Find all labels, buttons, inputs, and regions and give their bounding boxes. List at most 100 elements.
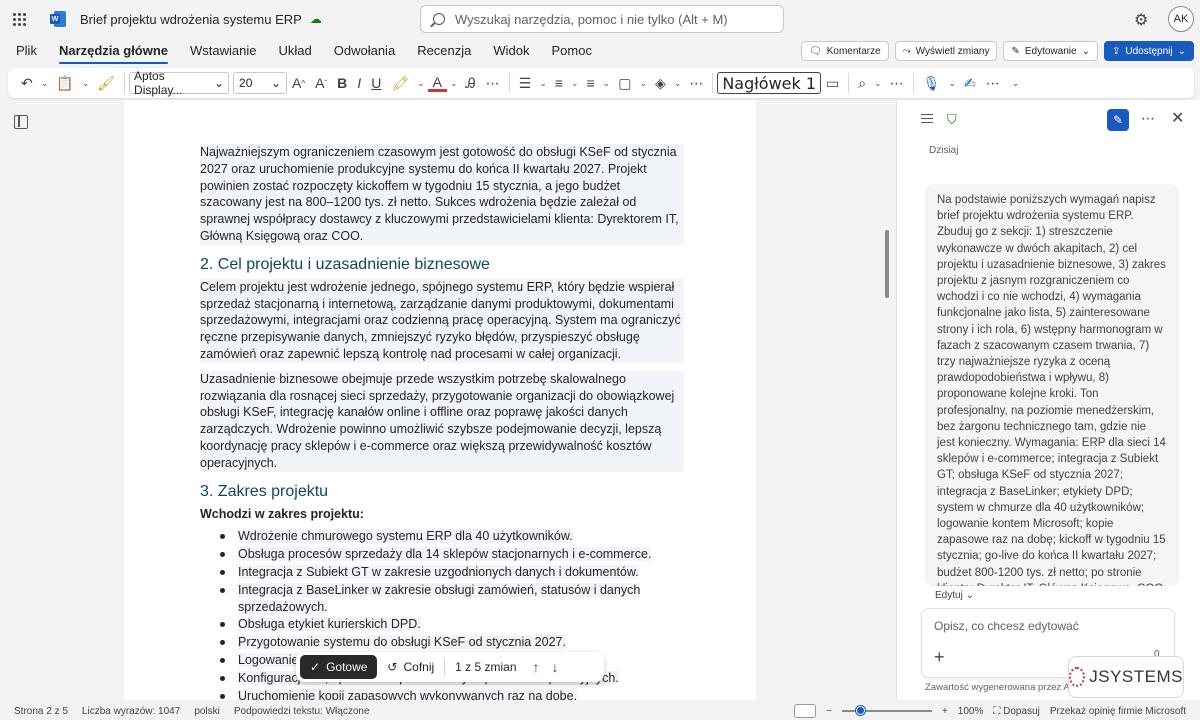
zoom-level[interactable]: 100% bbox=[958, 706, 984, 717]
menu-actions: 🗨 Komentarze ⤳ Wyświetl zmiany ✎ Edytowanie… bbox=[801, 41, 1194, 61]
status-bar: Strona 2 z 5 Liczba wyrazów: 1047 polski… bbox=[0, 702, 1200, 720]
page-indicator[interactable]: Strona 2 z 5 bbox=[14, 706, 68, 717]
shading-icon[interactable]: ◈ bbox=[650, 71, 671, 95]
scope-subheading[interactable]: Wchodzi w zakres projektu: bbox=[200, 506, 684, 523]
chevron-down-icon[interactable]: ⌄ bbox=[636, 71, 650, 95]
borders-icon[interactable]: ▢ bbox=[613, 71, 636, 95]
more-icon[interactable]: ⋯ bbox=[684, 71, 708, 95]
more-icon[interactable]: ⋯ bbox=[885, 71, 909, 95]
navigation-pane-icon[interactable] bbox=[14, 115, 28, 129]
bullets-icon[interactable]: ☰ bbox=[514, 71, 537, 95]
document-title[interactable]: Brief projektu wdrożenia systemu ERP bbox=[80, 12, 302, 27]
chevron-down-icon: ⌄ bbox=[1177, 45, 1186, 57]
close-icon[interactable]: ✕ bbox=[1171, 108, 1184, 128]
list-item[interactable]: Uruchomienie kopii zapasowych wykonywany… bbox=[216, 688, 684, 700]
chevron-down-icon[interactable]: ⌄ bbox=[414, 71, 428, 95]
bold-icon[interactable]: B bbox=[332, 71, 352, 95]
chevron-down-icon[interactable]: ⌄ bbox=[671, 71, 685, 95]
chevron-down-icon[interactable]: ⌄ bbox=[600, 71, 614, 95]
more-icon[interactable]: ⋯ bbox=[981, 71, 1005, 95]
menu-layout[interactable]: Układ bbox=[268, 38, 323, 66]
page-view-button[interactable] bbox=[794, 704, 817, 718]
zoom-slider[interactable] bbox=[841, 706, 932, 715]
list-item[interactable]: Wdrożenie chmurowego systemu ERP dla 40 … bbox=[216, 528, 684, 545]
edit-prompt-link[interactable]: Edytuj ⌄ bbox=[935, 590, 974, 601]
menu-insert[interactable]: Wstawianie bbox=[179, 38, 267, 66]
menu-home[interactable]: Narzędzia główne bbox=[48, 38, 179, 66]
menu-review[interactable]: Recenzja bbox=[406, 38, 482, 66]
chevron-down-icon[interactable]: ⌄ bbox=[79, 71, 93, 95]
gear-icon[interactable]: ⚙ bbox=[1134, 10, 1148, 30]
chevron-down-icon[interactable]: ⌄ bbox=[871, 71, 885, 95]
list-item[interactable]: Obsługa procesów sprzedaży dla 14 sklepó… bbox=[216, 546, 684, 563]
undo-icon[interactable]: ↶ bbox=[16, 71, 38, 95]
list-item[interactable]: Integracja z Subiekt GT w zakresie uzgod… bbox=[216, 564, 684, 581]
font-color-icon[interactable]: A bbox=[427, 74, 447, 92]
word-count[interactable]: Liczba wyrazów: 1047 bbox=[82, 706, 180, 717]
font-size-select[interactable]: 20 ⌄ bbox=[233, 72, 288, 94]
zoom-out-icon[interactable]: − bbox=[826, 706, 832, 717]
format-painter-icon[interactable]: 🖌 bbox=[92, 71, 120, 95]
feedback-link[interactable]: Przekaż opinię firmie Microsoft bbox=[1050, 706, 1186, 717]
highlighter-icon[interactable]: 🖍 bbox=[386, 71, 414, 95]
more-icon[interactable]: ⋯ bbox=[1141, 110, 1155, 127]
zoom-slider-knob[interactable] bbox=[855, 706, 865, 715]
comments-button[interactable]: 🗨 Komentarze bbox=[801, 41, 889, 61]
paragraph[interactable]: Najważniejszym ograniczeniem czasowym je… bbox=[200, 144, 684, 245]
paragraph[interactable]: Celem projektu jest wdrożenie jednego, s… bbox=[200, 278, 684, 363]
list-item[interactable]: Integracja z BaseLinker w zakresie obsłu… bbox=[216, 582, 684, 616]
menu-help[interactable]: Pomoc bbox=[541, 38, 603, 66]
paste-icon[interactable]: 📋 bbox=[51, 71, 78, 95]
styles-gallery-icon[interactable]: ▭ bbox=[821, 71, 844, 95]
arrow-up-icon[interactable]: ↑ bbox=[527, 659, 546, 675]
styles-icon[interactable]: Ꭿ bbox=[461, 71, 481, 95]
new-chat-button[interactable]: ✎ bbox=[1107, 109, 1129, 131]
chevron-down-icon[interactable]: ⌄ bbox=[568, 71, 582, 95]
italic-icon[interactable]: I bbox=[352, 71, 366, 95]
avatar[interactable]: AK bbox=[1168, 6, 1194, 32]
text-predictions[interactable]: Podpowiedzi tekstu: Włączone bbox=[234, 706, 370, 717]
share-button[interactable]: ⇪ Udostępnij ⌄ bbox=[1103, 41, 1194, 61]
grow-font-icon[interactable]: A ^ bbox=[287, 71, 310, 95]
arrow-down-icon[interactable]: ↓ bbox=[546, 659, 565, 675]
plus-icon[interactable]: + bbox=[934, 647, 945, 668]
search-box[interactable] bbox=[420, 5, 784, 33]
paragraph[interactable]: Uzasadnienie biznesowe obejmuje przede w… bbox=[200, 370, 684, 472]
editing-mode-button[interactable]: ✎ Edytowanie ⌄ bbox=[1003, 41, 1098, 61]
change-counter: 1 z 5 zmian bbox=[455, 660, 517, 674]
editor-icon[interactable]: ✍ bbox=[959, 71, 981, 95]
menu-references[interactable]: Odwołania bbox=[323, 38, 406, 66]
list-item[interactable]: Obsługa etykiet kurierskich DPD. bbox=[216, 616, 684, 633]
document-scrollbar[interactable] bbox=[885, 230, 889, 298]
numbering-icon[interactable]: ≡ bbox=[550, 71, 568, 95]
shrink-font-icon[interactable]: Aˇ bbox=[310, 71, 332, 95]
history-list-icon[interactable] bbox=[921, 114, 933, 123]
undo-button[interactable]: ↺ Cofnij bbox=[377, 655, 444, 679]
find-icon[interactable]: ⌕ bbox=[853, 71, 871, 95]
zoom-in-icon[interactable]: + bbox=[942, 706, 948, 717]
align-icon[interactable]: ≡ bbox=[581, 71, 599, 95]
style-select[interactable]: Nagłówek 1 bbox=[717, 72, 822, 94]
underline-icon[interactable]: U bbox=[366, 71, 386, 95]
more-icon[interactable]: ⋯ bbox=[481, 71, 505, 95]
prompt-input[interactable] bbox=[934, 619, 1154, 633]
chevron-down-icon[interactable]: ⌄ bbox=[945, 71, 959, 95]
heading-goal[interactable]: 2. Cel projektu i uzasadnienie biznesowe bbox=[200, 255, 684, 275]
menu-plik[interactable]: Plik bbox=[0, 38, 48, 66]
chevron-down-icon[interactable]: ⌄ bbox=[536, 71, 550, 95]
font-name-select[interactable]: Aptos Display... ⌄ bbox=[129, 69, 230, 97]
menu-view[interactable]: Widok bbox=[482, 38, 540, 66]
list-item[interactable]: Przygotowanie systemu do obsługi KSeF od… bbox=[216, 634, 684, 651]
show-changes-button[interactable]: ⤳ Wyświetl zmiany bbox=[894, 41, 998, 61]
fit-button[interactable]: ⛶ Dopasuj bbox=[993, 706, 1039, 717]
heading-scope[interactable]: 3. Zakres projektu bbox=[200, 482, 684, 502]
chevron-down-icon[interactable]: ⌄ bbox=[1009, 71, 1023, 95]
app-launcher-icon[interactable] bbox=[0, 0, 38, 38]
dictate-icon[interactable]: 🎙 bbox=[918, 71, 946, 95]
search-input[interactable] bbox=[455, 11, 755, 27]
chevron-down-icon[interactable]: ⌄ bbox=[447, 71, 461, 95]
language-indicator[interactable]: polski bbox=[194, 706, 220, 717]
chevron-down-icon[interactable]: ⌄ bbox=[38, 71, 52, 95]
document-body[interactable]: Najważniejszym ograniczeniem czasowym je… bbox=[200, 144, 684, 700]
done-button[interactable]: ✓ Gotowe bbox=[300, 655, 378, 679]
